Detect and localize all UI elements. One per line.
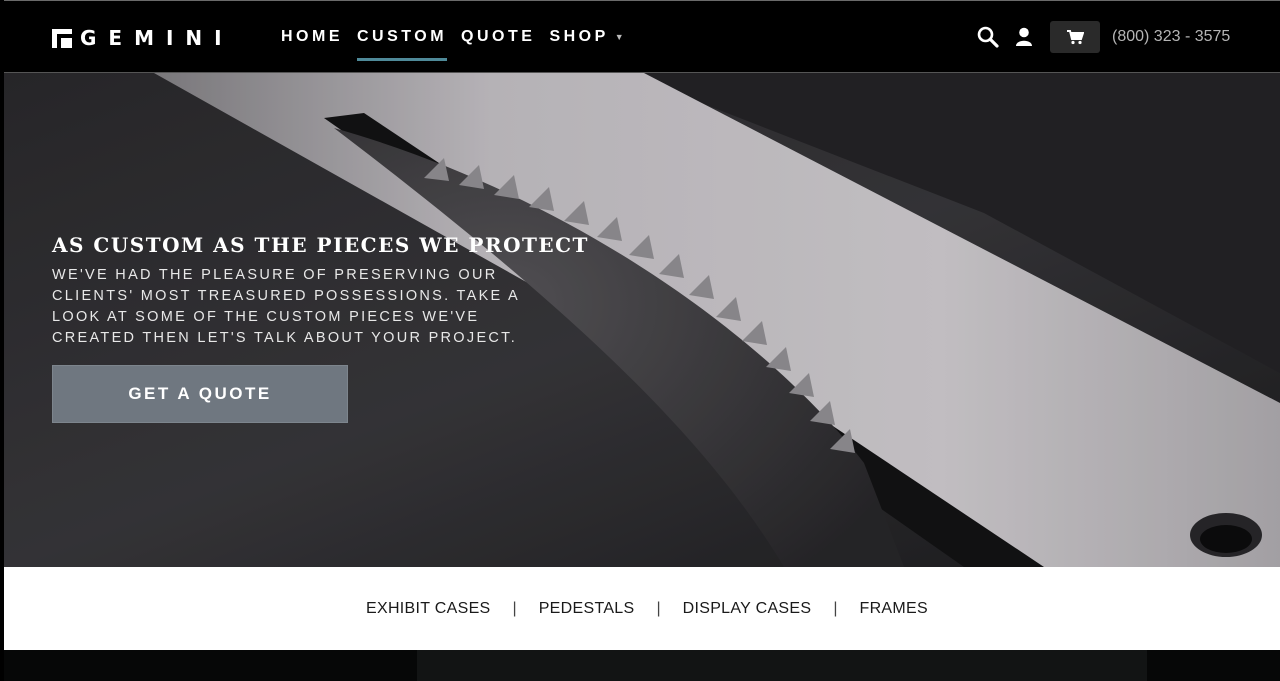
chevron-down-icon: ▼ (614, 32, 624, 42)
left-edge (0, 0, 4, 681)
hero-banner: AS CUSTOM AS THE PIECES WE PROTECT WE'VE… (4, 73, 1280, 567)
separator: | (833, 599, 838, 617)
nav-home-label: HOME (281, 28, 343, 45)
site-logo[interactable]: GEMINI (52, 27, 234, 49)
separator: | (656, 599, 661, 617)
category-frames[interactable]: FRAMES (860, 600, 928, 618)
separator: | (512, 599, 517, 617)
hero-description: WE'VE HAD THE PLEASURE OF PRESERVING OUR… (52, 267, 520, 346)
nav-custom-label: CUSTOM (357, 28, 448, 45)
phone-number[interactable]: (800) 323 - 3575 (1112, 28, 1230, 46)
category-pedestals[interactable]: PEDESTALS (539, 600, 635, 618)
hero-title: AS CUSTOM AS THE PIECES WE PROTECT (52, 233, 589, 257)
category-bar: EXHIBIT CASES | PEDESTALS | DISPLAY CASE… (4, 567, 1280, 650)
main-nav: HOME CUSTOM QUOTE SHOP ▼ (281, 1, 638, 73)
next-section-image (417, 650, 1147, 681)
category-exhibit-cases[interactable]: EXHIBIT CASES (366, 600, 491, 618)
nav-shop-label: SHOP (549, 28, 609, 45)
nav-home[interactable]: HOME (281, 1, 343, 73)
logo-text: GEMINI (80, 26, 234, 50)
nav-quote-label: QUOTE (461, 28, 536, 45)
logo-mark-icon (52, 28, 72, 48)
site-header: GEMINI HOME CUSTOM QUOTE SHOP ▼ (800) 32… (4, 1, 1280, 73)
category-display-cases[interactable]: DISPLAY CASES (683, 600, 812, 618)
nav-quote[interactable]: QUOTE (461, 1, 535, 73)
search-icon[interactable] (976, 25, 1000, 49)
account-icon[interactable] (1012, 25, 1036, 49)
cart-button[interactable] (1050, 21, 1100, 53)
get-a-quote-button[interactable]: GET A QUOTE (52, 365, 348, 423)
nav-custom[interactable]: CUSTOM (357, 1, 448, 73)
cart-icon (1067, 30, 1084, 45)
header-tools: (800) 323 - 3575 (976, 1, 1230, 73)
nav-shop[interactable]: SHOP ▼ (549, 1, 623, 73)
